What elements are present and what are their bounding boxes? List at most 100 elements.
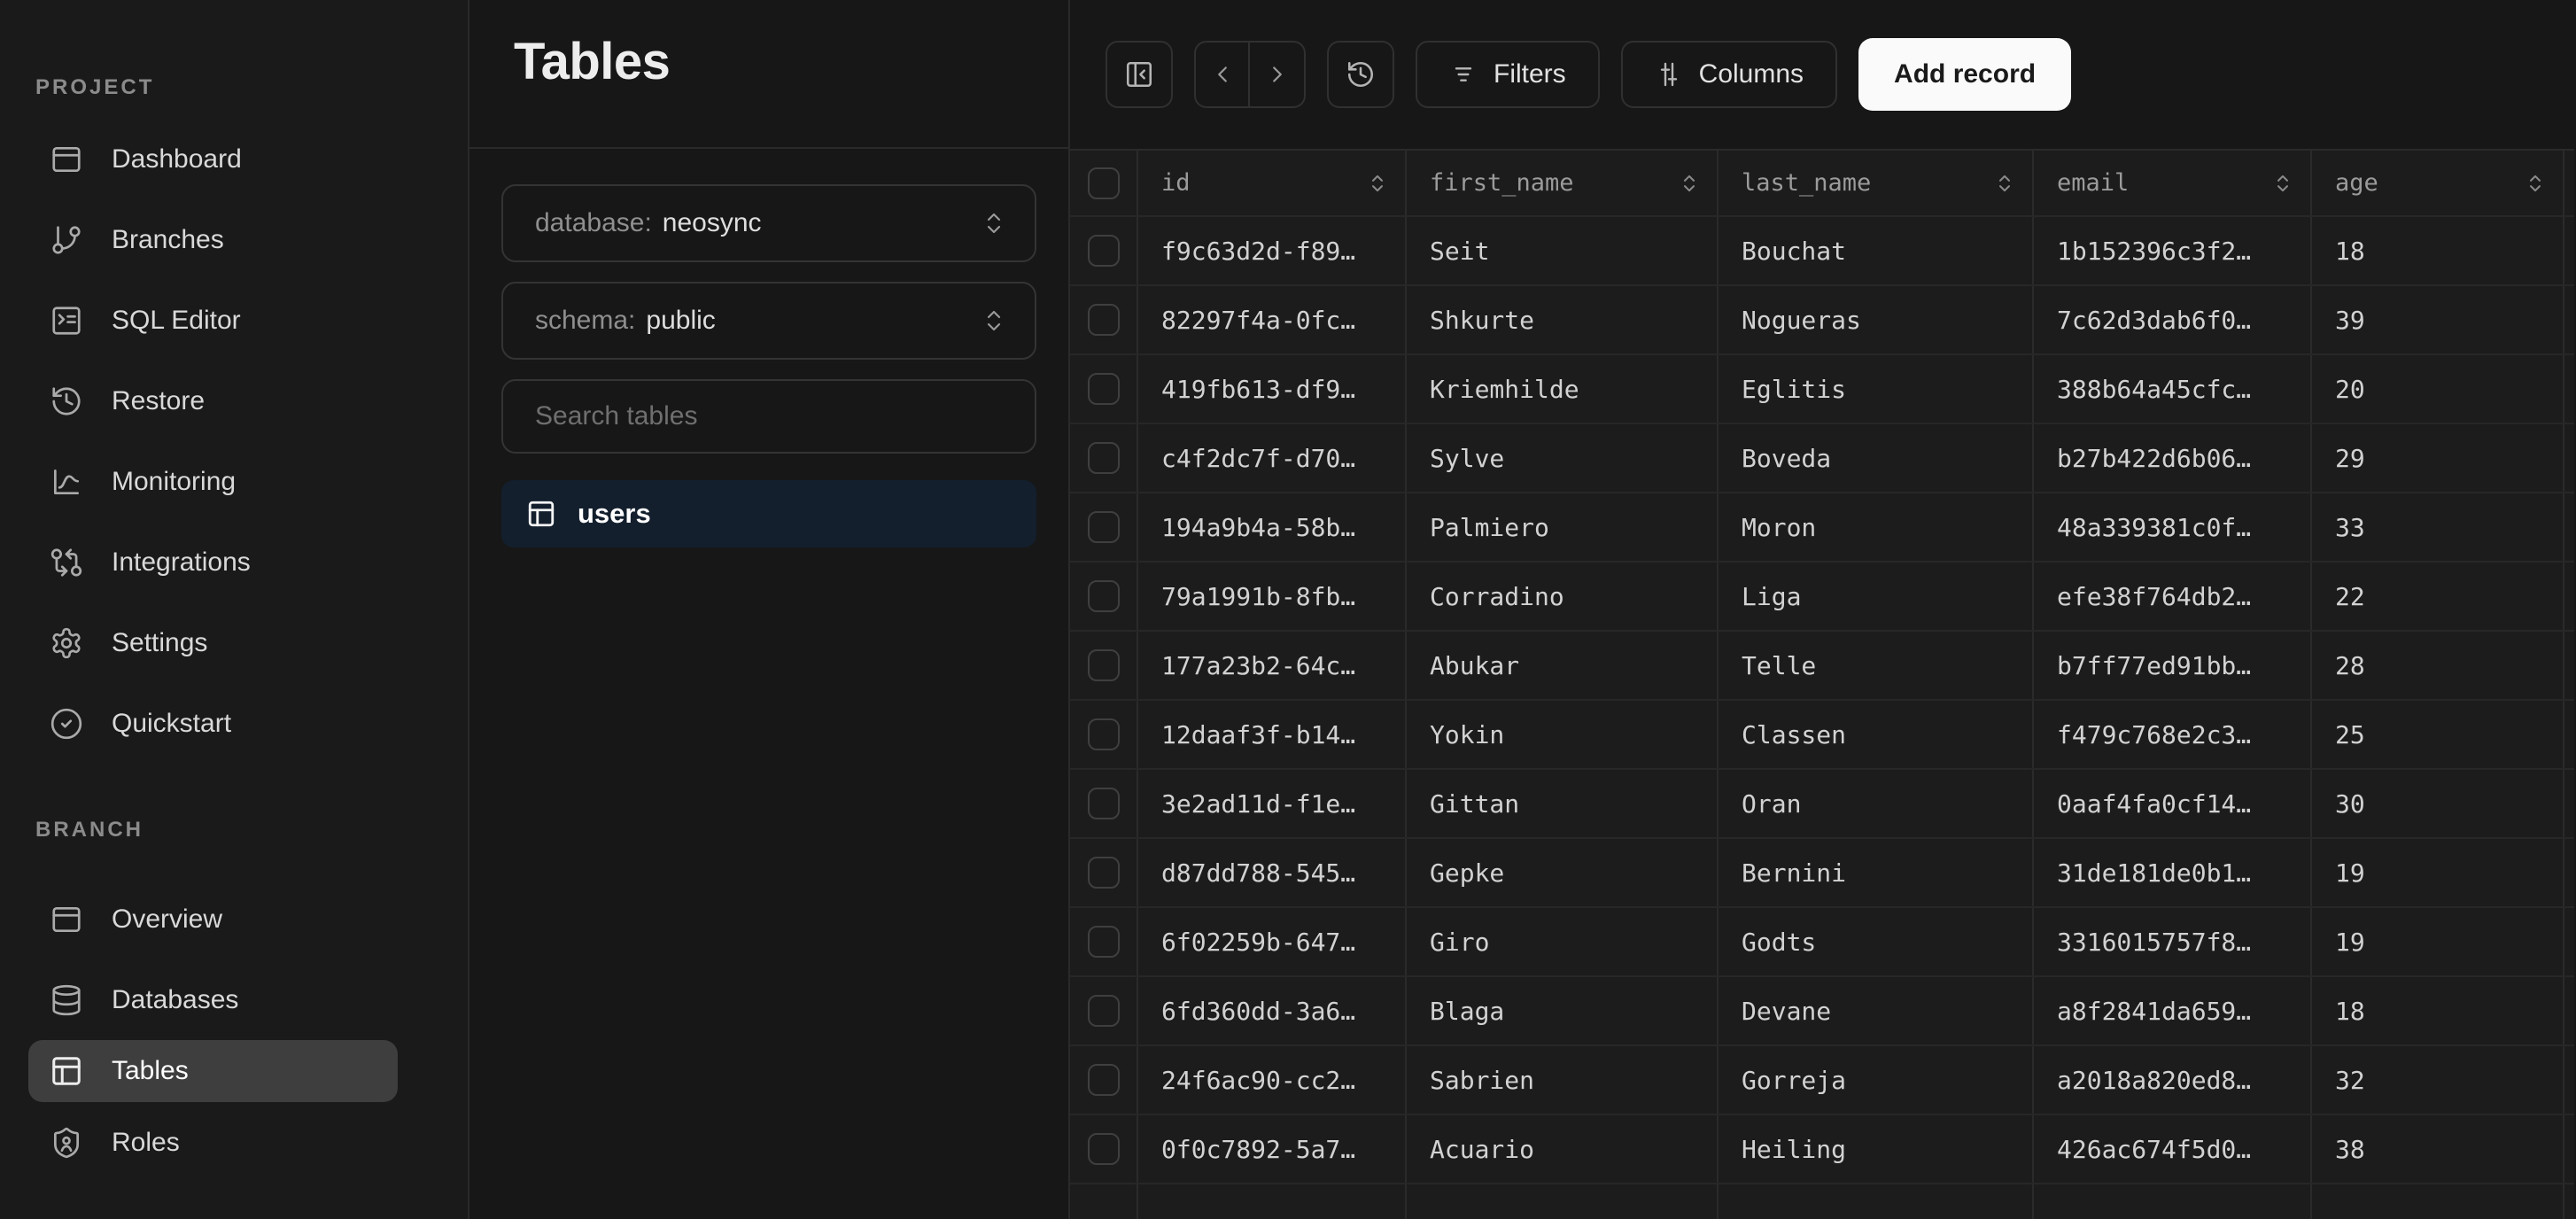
sidebar-item-roles[interactable]: Roles	[0, 1102, 468, 1183]
sort-icon[interactable]	[1676, 170, 1703, 197]
cell-age[interactable]: 30	[2311, 769, 2564, 838]
cell-age[interactable]: 28	[2311, 631, 2564, 700]
cell-email[interactable]: b27b422d6b06…	[2033, 423, 2311, 493]
cell-id[interactable]: d87dd788-545…	[1137, 838, 1406, 907]
cell-last_name[interactable]: Bernini	[1718, 838, 2033, 907]
cell-id[interactable]: c4f2dc7f-d70…	[1137, 423, 1406, 493]
sort-icon[interactable]	[2270, 170, 2296, 197]
column-header-id[interactable]: id	[1137, 150, 1406, 216]
row-checkbox[interactable]	[1088, 442, 1120, 474]
cell-age[interactable]: 29	[2311, 423, 2564, 493]
cell-last_name[interactable]: Liga	[1718, 562, 2033, 631]
sidebar-item-integrations[interactable]: Integrations	[0, 522, 468, 602]
column-header-age[interactable]: age	[2311, 150, 2564, 216]
cell-email[interactable]: b7ff77ed91bb…	[2033, 631, 2311, 700]
cell-first_name[interactable]: Abukar	[1406, 631, 1718, 700]
cell-last_name[interactable]: Bouchat	[1718, 216, 2033, 285]
sort-icon[interactable]	[1991, 170, 2018, 197]
cell-id[interactable]: 82297f4a-0fc…	[1137, 285, 1406, 354]
cell-age[interactable]: 39	[2311, 285, 2564, 354]
add-record-button[interactable]: Add record	[1858, 38, 2071, 111]
cell-first_name[interactable]: Gittan	[1406, 769, 1718, 838]
database-select[interactable]: database: neosync	[501, 184, 1036, 262]
cell-first_name[interactable]: Seit	[1406, 216, 1718, 285]
sort-icon[interactable]	[1364, 170, 1391, 197]
row-checkbox[interactable]	[1088, 373, 1120, 405]
row-checkbox[interactable]	[1088, 926, 1120, 958]
cell-age[interactable]: 19	[2311, 838, 2564, 907]
cell-id[interactable]: 0f0c7892-5a7…	[1137, 1114, 1406, 1184]
row-checkbox[interactable]	[1088, 788, 1120, 819]
cell-last_name[interactable]: Oran	[1718, 769, 2033, 838]
cell-id[interactable]: 3e2ad11d-f1e…	[1137, 769, 1406, 838]
cell-age[interactable]: 20	[2311, 354, 2564, 423]
cell-last_name[interactable]: Nogueras	[1718, 285, 2033, 354]
cell-last_name[interactable]: Heiling	[1718, 1114, 2033, 1184]
cell-last_name[interactable]: Eglitis	[1718, 354, 2033, 423]
cell-age[interactable]: 33	[2311, 493, 2564, 562]
column-header-first-name[interactable]: first_name	[1406, 150, 1718, 216]
cell-first_name[interactable]: Gepke	[1406, 838, 1718, 907]
cell-email[interactable]: 426ac674f5d0…	[2033, 1114, 2311, 1184]
sidebar-item-dashboard[interactable]: Dashboard	[0, 119, 468, 199]
cell-last_name[interactable]: Boveda	[1718, 423, 2033, 493]
cell-age[interactable]: 18	[2311, 216, 2564, 285]
sidebar-item-sql-editor[interactable]: SQL Editor	[0, 280, 468, 361]
sidebar-item-restore[interactable]: Restore	[0, 361, 468, 441]
cell-last_name[interactable]: Devane	[1718, 976, 2033, 1045]
cell-first_name[interactable]: Yokin	[1406, 700, 1718, 769]
history-button[interactable]	[1327, 41, 1394, 108]
cell-first_name[interactable]: Shkurte	[1406, 285, 1718, 354]
schema-select[interactable]: schema: public	[501, 282, 1036, 360]
cell-last_name[interactable]: Gorreja	[1718, 1045, 2033, 1114]
sidebar-item-overview[interactable]: Overview	[0, 879, 468, 959]
cell-email[interactable]: a2018a820ed8…	[2033, 1045, 2311, 1114]
sidebar-item-databases[interactable]: Databases	[0, 959, 468, 1040]
cell-id[interactable]: 6fd360dd-3a6…	[1137, 976, 1406, 1045]
row-checkbox[interactable]	[1088, 304, 1120, 336]
cell-email[interactable]: 1b152396c3f2…	[2033, 216, 2311, 285]
row-checkbox[interactable]	[1088, 1064, 1120, 1096]
cell-last_name[interactable]: Telle	[1718, 631, 2033, 700]
sidebar-item-settings[interactable]: Settings	[0, 602, 468, 683]
cell-email[interactable]: 388b64a45cfc…	[2033, 354, 2311, 423]
cell-id[interactable]: f9c63d2d-f89…	[1137, 216, 1406, 285]
table-list-item-users[interactable]: users	[501, 480, 1036, 547]
columns-button[interactable]: Columns	[1621, 41, 1837, 108]
cell-email[interactable]: 48a339381c0f…	[2033, 493, 2311, 562]
cell-email[interactable]: 3316015757f8…	[2033, 907, 2311, 976]
row-checkbox[interactable]	[1088, 857, 1120, 889]
row-checkbox[interactable]	[1088, 235, 1120, 267]
cell-age[interactable]: 25	[2311, 700, 2564, 769]
sidebar-item-tables[interactable]: Tables	[28, 1040, 398, 1102]
cell-id[interactable]: 194a9b4a-58b…	[1137, 493, 1406, 562]
cell-id[interactable]: 12daaf3f-b14…	[1137, 700, 1406, 769]
column-header-last-name[interactable]: last_name	[1718, 150, 2033, 216]
next-page-button[interactable]	[1250, 43, 1304, 106]
cell-age[interactable]: 22	[2311, 562, 2564, 631]
sidebar-item-branches[interactable]: Branches	[0, 199, 468, 280]
cell-email[interactable]: 31de181de0b1…	[2033, 838, 2311, 907]
cell-last_name[interactable]: Classen	[1718, 700, 2033, 769]
row-checkbox[interactable]	[1088, 718, 1120, 750]
cell-age[interactable]: 19	[2311, 907, 2564, 976]
search-tables-input[interactable]	[535, 401, 1003, 431]
row-checkbox[interactable]	[1088, 649, 1120, 681]
cell-last_name[interactable]: Moron	[1718, 493, 2033, 562]
column-header-email[interactable]: email	[2033, 150, 2311, 216]
cell-email[interactable]: 0aaf4fa0cf14…	[2033, 769, 2311, 838]
sidebar-item-quickstart[interactable]: Quickstart	[0, 683, 468, 764]
cell-first_name[interactable]: Acuario	[1406, 1114, 1718, 1184]
row-checkbox[interactable]	[1088, 1133, 1120, 1165]
cell-email[interactable]: efe38f764db2…	[2033, 562, 2311, 631]
row-checkbox[interactable]	[1088, 511, 1120, 543]
cell-first_name[interactable]: Giro	[1406, 907, 1718, 976]
cell-first_name[interactable]: Blaga	[1406, 976, 1718, 1045]
row-checkbox[interactable]	[1088, 995, 1120, 1027]
cell-email[interactable]: a8f2841da659…	[2033, 976, 2311, 1045]
cell-age[interactable]: 32	[2311, 1045, 2564, 1114]
cell-id[interactable]: 79a1991b-8fb…	[1137, 562, 1406, 631]
cell-last_name[interactable]: Godts	[1718, 907, 2033, 976]
cell-age[interactable]: 38	[2311, 1114, 2564, 1184]
sort-icon[interactable]	[2522, 170, 2549, 197]
